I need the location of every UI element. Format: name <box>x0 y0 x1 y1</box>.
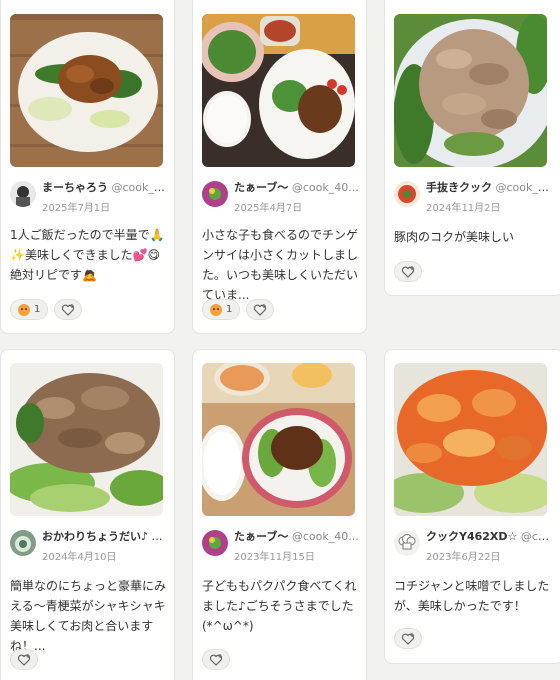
author-name[interactable]: 手抜きクック @cook_4... <box>426 181 554 195</box>
post-date: 2025年7月1日 <box>42 203 111 214</box>
reaction-button[interactable]: 1 <box>10 299 49 320</box>
author-name[interactable]: クックY462XD☆ @co... <box>426 530 554 544</box>
add-reaction-button[interactable] <box>394 628 422 649</box>
comment-card[interactable]: クックY462XD☆ @co... 2023年6月22日 コチジャンと味噌でしま… <box>384 349 560 664</box>
comment-grid: まーちゃろう @cook_71... 2025年7月1日 1人ご飯だったので半量… <box>0 0 560 680</box>
heart-plus-icon <box>401 632 415 645</box>
comment-text: 簡単なのにちょっと豪華にみえる〜青梗菜がシャキシャキ美味しくてお肉と合いますね！… <box>10 579 167 653</box>
add-reaction-button[interactable] <box>246 299 275 320</box>
avatar[interactable] <box>394 530 420 556</box>
comment-text: 小さな子も食べるのでチンゲンサイは小さくカットしました。いつも美味しくいただいて… <box>202 228 359 302</box>
post-date: 2024年4月10日 <box>42 552 117 563</box>
heart-plus-icon <box>401 265 415 278</box>
comment-card[interactable]: 手抜きクック @cook_4... 2024年11月2日 豚肉のコクが美味しい <box>384 0 560 296</box>
author-row[interactable]: たぁーブ〜 @cook_40... 2025年4月7日 <box>202 179 362 214</box>
post-date: 2024年11月2日 <box>426 203 501 214</box>
comment-card[interactable]: たぁーブ〜 @cook_40... 2023年11月15日 子どももパクパク食べ… <box>192 349 367 680</box>
dish-photo[interactable] <box>394 14 547 167</box>
author-name[interactable]: おかわりちょうだい♪ @... <box>42 530 170 544</box>
reaction-count: 1 <box>226 304 233 315</box>
comment-card[interactable]: まーちゃろう @cook_71... 2025年7月1日 1人ご飯だったので半量… <box>0 0 175 334</box>
author-row[interactable]: おかわりちょうだい♪ @... 2024年4月10日 <box>10 528 170 563</box>
avatar[interactable] <box>10 530 36 556</box>
heart-plus-icon <box>17 653 31 666</box>
author-row[interactable]: 手抜きクック @cook_4... 2024年11月2日 <box>394 179 554 214</box>
author-row[interactable]: まーちゃろう @cook_71... 2025年7月1日 <box>10 179 170 214</box>
add-reaction-button[interactable] <box>54 299 83 320</box>
heart-plus-icon <box>209 653 223 666</box>
reaction-row <box>10 649 38 671</box>
author-name[interactable]: たぁーブ〜 @cook_40... <box>234 530 362 544</box>
dish-photo[interactable] <box>10 14 163 167</box>
comment-card[interactable]: たぁーブ〜 @cook_40... 2025年4月7日 小さな子も食べるのでチン… <box>192 0 367 334</box>
heart-plus-icon <box>254 303 267 316</box>
add-reaction-button[interactable] <box>10 649 38 670</box>
reaction-row <box>394 628 422 650</box>
dish-photo[interactable] <box>394 363 547 516</box>
yum-emoji-icon <box>210 303 222 316</box>
comment-text: 1人ご飯だったので半量で🙏✨美味しくできました💕😋 絶対リピです🙇 <box>10 228 165 282</box>
reaction-row: 1 <box>202 299 275 321</box>
author-name[interactable]: たぁーブ〜 @cook_40... <box>234 181 362 195</box>
author-name[interactable]: まーちゃろう @cook_71... <box>42 181 170 195</box>
comment-text: 子どももパクパク食べてくれました♪ごちそうさまでした (*^ω^*) <box>202 579 357 633</box>
comment-text: 豚肉のコクが美味しい <box>394 230 515 244</box>
avatar[interactable] <box>202 181 228 207</box>
author-row[interactable]: たぁーブ〜 @cook_40... 2023年11月15日 <box>202 528 362 563</box>
chef-hat-icon <box>394 530 420 556</box>
post-date: 2023年11月15日 <box>234 552 315 563</box>
comment-text: コチジャンと味噌でしましたが、美味しかったです！ <box>394 579 550 613</box>
avatar[interactable] <box>10 181 36 207</box>
dish-photo[interactable] <box>10 363 163 516</box>
post-date: 2025年4月7日 <box>234 203 303 214</box>
avatar[interactable] <box>202 530 228 556</box>
comment-card[interactable]: おかわりちょうだい♪ @... 2024年4月10日 簡単なのにちょっと豪華にみ… <box>0 349 175 680</box>
author-row[interactable]: クックY462XD☆ @co... 2023年6月22日 <box>394 528 554 563</box>
post-date: 2023年6月22日 <box>426 552 501 563</box>
add-reaction-button[interactable] <box>394 261 422 282</box>
reaction-row <box>202 649 230 671</box>
reaction-row <box>394 261 422 283</box>
add-reaction-button[interactable] <box>202 649 230 670</box>
reaction-count: 1 <box>34 304 41 315</box>
yum-emoji-icon <box>18 303 30 316</box>
dish-photo[interactable] <box>202 14 355 167</box>
reaction-button[interactable]: 1 <box>202 299 241 320</box>
heart-plus-icon <box>62 303 75 316</box>
reaction-row: 1 <box>10 299 83 321</box>
avatar[interactable] <box>394 181 420 207</box>
dish-photo[interactable] <box>202 363 355 516</box>
